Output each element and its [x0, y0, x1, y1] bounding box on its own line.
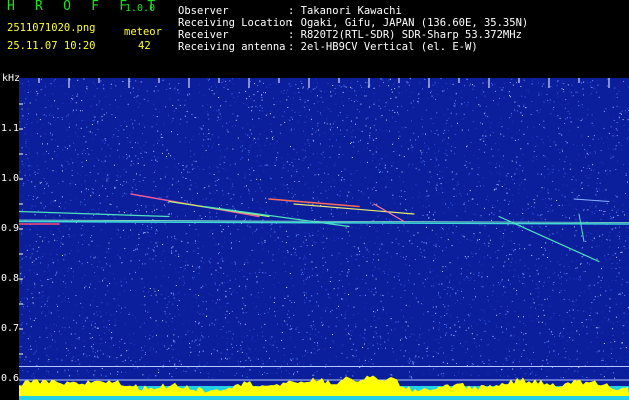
file-name: 2511071020.png: [7, 22, 96, 34]
y-tick-label: 1.0: [1, 173, 20, 184]
date-time: 25.11.07 10:20: [7, 40, 96, 52]
app-version: 1.0.0: [125, 3, 156, 14]
y-tick-label: 0.6: [1, 373, 20, 384]
meteor-count: 42: [138, 40, 151, 52]
y-axis-unit: kHz: [2, 73, 21, 84]
spectrogram-plot: [19, 78, 629, 400]
antenna-label: Receiving antenna: [178, 41, 286, 53]
location-value: : Ogaki, Gifu, JAPAN (136.60E, 35.35N): [288, 17, 529, 29]
observer-label: Observer: [178, 5, 229, 17]
antenna-value: : 2el-HB9CV Vertical (el. E-W): [288, 41, 478, 53]
header-panel: H R O F F T 1.0.0 2511071020.png 25.11.0…: [0, 0, 629, 75]
observer-value: : Takanori Kawachi: [288, 5, 402, 17]
receiver-value: : R820T2(RTL-SDR) SDR-Sharp 53.372MHz: [288, 29, 522, 41]
y-tick-label: 0.8: [1, 273, 20, 284]
location-label: Receiving Location: [178, 17, 292, 29]
receiver-label: Receiver: [178, 29, 229, 41]
meteor-label: meteor: [124, 26, 162, 38]
y-tick-label: 1.1: [1, 123, 20, 134]
y-tick-label: 0.7: [1, 323, 20, 334]
spectrogram-background: [19, 78, 629, 400]
y-tick-label: 0.9: [1, 223, 20, 234]
